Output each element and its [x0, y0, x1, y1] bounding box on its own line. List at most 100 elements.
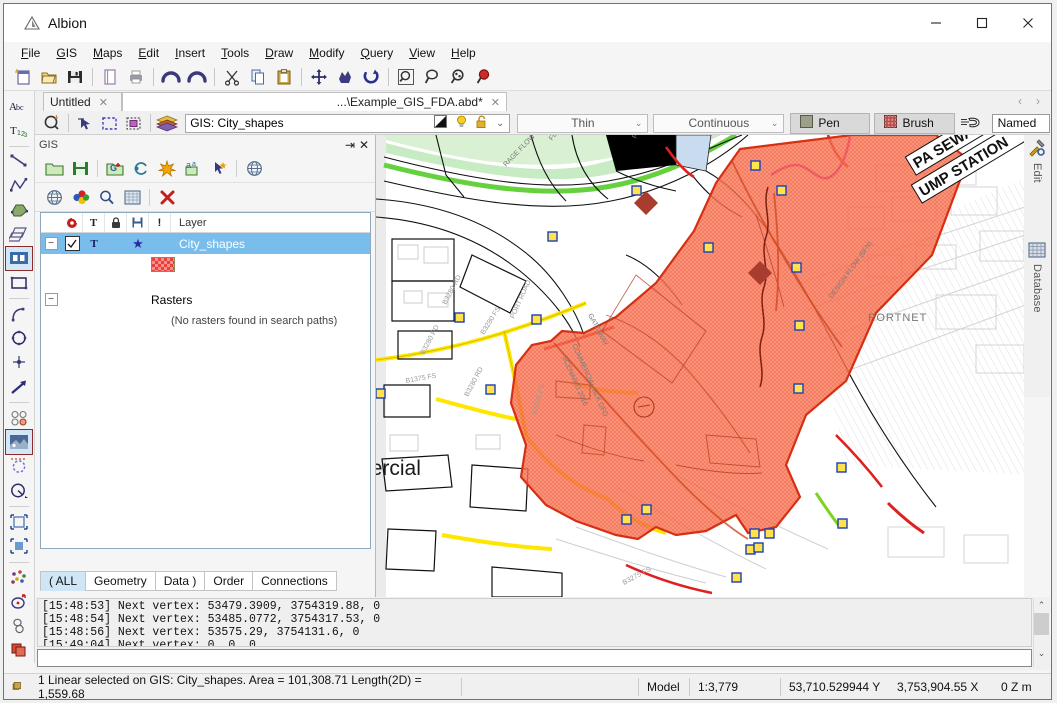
zoom-window-icon[interactable] [393, 65, 419, 89]
right-tab-edit[interactable]: Edit [1024, 135, 1050, 183]
zoom-selected-icon[interactable] [471, 65, 497, 89]
rectangle-icon[interactable] [6, 271, 32, 294]
lightbulb-icon[interactable] [456, 115, 467, 132]
close-icon[interactable]: ✕ [491, 96, 500, 109]
globe-icon[interactable] [241, 156, 267, 180]
polyline-icon[interactable] [6, 174, 32, 197]
map-drawing[interactable]: iness/Commercial PORTNET PA SEWAGE UMP S… [376, 135, 1024, 597]
pin-icon[interactable]: ⇥ [343, 138, 357, 152]
poly-select-icon[interactable] [122, 113, 146, 134]
close-icon[interactable]: ✕ [99, 96, 108, 109]
menu-insert[interactable]: Insert [167, 44, 213, 62]
tab-all[interactable]: ( ALL [40, 571, 87, 591]
layer-star-flag[interactable]: ★ [127, 236, 149, 252]
open-folder-icon[interactable] [36, 65, 62, 89]
layer-tree[interactable]: T ! Layer − T ★ City_shapes − Rasters (N… [40, 212, 371, 549]
refresh-icon[interactable] [128, 156, 154, 180]
save-disk-icon[interactable] [62, 65, 88, 89]
layer-visible-checkbox[interactable] [61, 236, 83, 251]
highlight-icon[interactable] [154, 156, 180, 180]
save-gis-icon[interactable] [67, 156, 93, 180]
maximize-button[interactable] [959, 4, 1005, 42]
arrow-direction-icon[interactable] [6, 375, 32, 398]
line-segment-icon[interactable] [6, 149, 32, 172]
named-combo[interactable]: Named [991, 113, 1050, 133]
select-star-icon[interactable] [206, 156, 232, 180]
rect-nodes-icon[interactable] [5, 245, 33, 271]
print-icon[interactable] [123, 65, 149, 89]
add-layer-icon[interactable]: G [102, 156, 128, 180]
menu-edit[interactable]: Edit [130, 44, 167, 62]
arc-icon[interactable] [6, 302, 32, 325]
tab-connections[interactable]: Connections [252, 571, 337, 591]
pan-hand-icon[interactable] [332, 65, 358, 89]
chevron-down-icon[interactable]: ⌄ [496, 118, 504, 129]
dashed-region-icon[interactable] [6, 455, 32, 478]
menu-modify[interactable]: Modify [301, 44, 352, 62]
page-setup-icon[interactable] [97, 65, 123, 89]
chevron-down-icon[interactable]: ⌄ [635, 118, 643, 129]
status-scale[interactable]: 1:3,779 [690, 674, 780, 700]
polygon-fill-icon[interactable] [6, 198, 32, 221]
stack-shapes-icon[interactable] [6, 639, 32, 662]
expander-toggle[interactable]: − [44, 237, 58, 250]
document-tab-example-gis-fda[interactable]: ...\Example_GIS_FDA.abd* ✕ [122, 92, 507, 111]
move-icon[interactable] [306, 65, 332, 89]
text-abc-icon[interactable]: Abc [6, 94, 32, 117]
clock-measure-icon[interactable] [6, 479, 32, 502]
layer-text-flag[interactable]: T [83, 238, 105, 250]
expander-toggle[interactable]: − [44, 293, 58, 306]
shrink-icon[interactable] [6, 534, 32, 557]
globe2-icon[interactable] [41, 185, 67, 209]
text-numbered-icon[interactable]: T123 [6, 118, 32, 141]
line-weight-combo[interactable]: Thin ⌄ [517, 113, 649, 133]
undo-icon[interactable] [158, 65, 184, 89]
table-row[interactable]: − T ★ City_shapes [41, 233, 370, 254]
menu-maps[interactable]: Maps [85, 44, 130, 62]
menu-help[interactable]: Help [443, 44, 484, 62]
pointing-hand-icon[interactable] [955, 113, 988, 134]
document-tab-untitled[interactable]: Untitled ✕ [43, 92, 122, 111]
rect-select-icon[interactable] [97, 113, 121, 134]
tab-order[interactable]: Order [204, 571, 254, 591]
layer-combo[interactable]: GIS: City_shapes ⌄ [185, 113, 511, 133]
copy-icon[interactable] [245, 65, 271, 89]
menu-file[interactable]: FFileile [13, 44, 48, 62]
label-icon[interactable]: aa [180, 156, 206, 180]
zoom-extents-icon[interactable] [445, 65, 471, 89]
pick-arrow-icon[interactable] [73, 113, 97, 134]
double-loop-icon[interactable] [6, 614, 32, 637]
paste-icon[interactable] [271, 65, 297, 89]
circle-nodes-icon[interactable] [6, 326, 32, 349]
theme-colors-icon[interactable] [67, 185, 93, 209]
pen-button[interactable]: Pen [790, 112, 871, 134]
image-raster-icon[interactable] [5, 429, 33, 455]
command-input[interactable] [37, 649, 1032, 667]
close-button[interactable] [1005, 4, 1051, 42]
menu-query[interactable]: Query [353, 44, 402, 62]
menu-draw[interactable]: Draw [257, 44, 301, 62]
chevron-down-icon[interactable]: ⌄ [771, 118, 779, 129]
tab-data[interactable]: Data ) [154, 571, 206, 591]
scroll-up-button[interactable]: ⌃ [1034, 598, 1049, 613]
parallelogram-icon[interactable] [6, 222, 32, 245]
delete-red-x-icon[interactable] [154, 185, 180, 209]
menu-view[interactable]: View [401, 44, 443, 62]
close-icon[interactable]: ✕ [357, 138, 371, 152]
rotate-copy-icon[interactable] [6, 590, 32, 613]
right-tab-database[interactable]: Database [1024, 238, 1050, 313]
open-gis-icon[interactable] [41, 156, 67, 180]
menu-gis[interactable]: GIS [48, 44, 85, 62]
four-circles-icon[interactable] [6, 406, 32, 429]
new-document-icon[interactable] [10, 65, 36, 89]
minimize-button[interactable] [913, 4, 959, 42]
search-icon[interactable] [93, 185, 119, 209]
resize-icon[interactable] [6, 510, 32, 533]
menu-tools[interactable]: Tools [213, 44, 257, 62]
scrollbar-thumb[interactable] [1034, 613, 1049, 635]
scroll-down-button[interactable]: ⌄ [1034, 646, 1049, 661]
unlock-icon[interactable] [476, 115, 487, 132]
layer-fill-swatch[interactable] [151, 257, 175, 272]
line-style-combo[interactable]: Continuous ⌄ [653, 113, 785, 133]
fill-style-icon[interactable] [434, 115, 448, 131]
